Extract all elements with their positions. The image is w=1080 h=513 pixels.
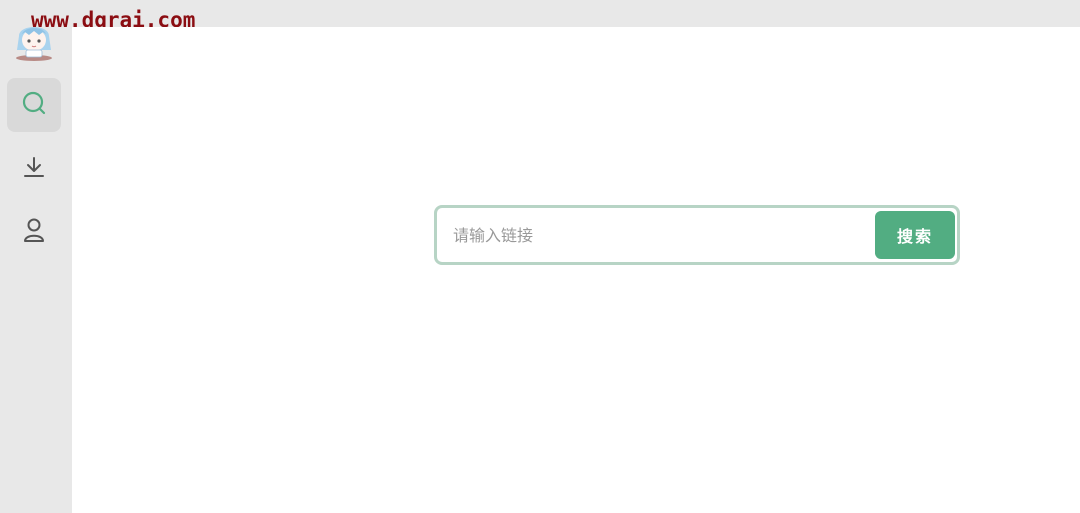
sidebar-item-search[interactable] xyxy=(7,78,61,132)
download-icon xyxy=(22,155,46,183)
search-icon xyxy=(21,90,47,120)
sidebar-item-download[interactable] xyxy=(7,142,61,196)
main-content xyxy=(72,27,1080,513)
search-button[interactable]: 搜索 xyxy=(875,211,955,259)
sidebar-item-user[interactable] xyxy=(7,205,61,259)
link-input[interactable] xyxy=(441,212,871,258)
search-bar: 搜索 xyxy=(434,205,960,265)
sidebar: www.dgrai.com xyxy=(0,0,195,513)
user-icon xyxy=(22,217,46,247)
